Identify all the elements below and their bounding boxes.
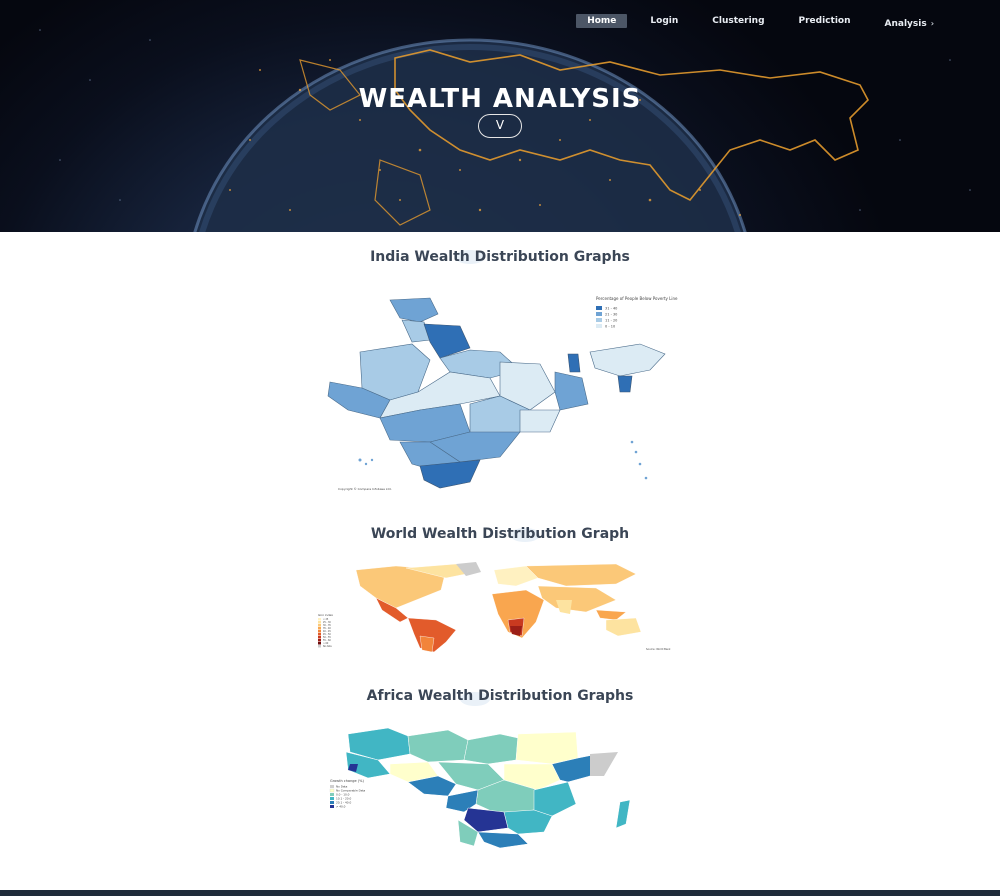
india-legend-entry: 21 - 30 <box>605 313 617 317</box>
india-legend-entry: 11 - 20 <box>605 319 617 323</box>
main-nav: Home Login Clustering Prediction Analysi… <box>564 11 945 31</box>
nav-login[interactable]: Login <box>639 14 689 28</box>
nav-analysis[interactable]: Analysis › <box>874 17 946 31</box>
africa-legend-entry: > 40.0 <box>336 805 346 809</box>
chevron-right-icon: › <box>930 19 934 28</box>
africa-legend-title: Growth change (%) <box>330 779 364 783</box>
africa-growth-map: Growth change (%) No Data No Comparable … <box>329 727 631 849</box>
hero-banner: Home Login Clustering Prediction Analysi… <box>0 0 1000 232</box>
scroll-down-button[interactable]: V <box>478 114 522 138</box>
world-legend: < 25 25 - 30 30 - 35 35 - 40 40 - 45 45 … <box>318 618 332 648</box>
india-section-title: India Wealth Distribution Graphs <box>370 249 630 265</box>
page-title: WEALTH ANALYSIS <box>358 84 642 114</box>
india-legend-entry: 0 - 10 <box>605 325 615 329</box>
footer-bar <box>0 890 1000 896</box>
india-map-credit: Copyright © Compare Infobase Ltd. <box>338 487 392 491</box>
nav-home[interactable]: Home <box>576 14 628 28</box>
india-legend-entry: 31 - 40 <box>605 307 617 311</box>
africa-legend: No Data No Comparable Data 0.0 - 10.0 10… <box>329 785 366 809</box>
world-legend-entry: No data <box>323 645 332 648</box>
world-map-credit: Source: World Bank <box>646 647 671 651</box>
world-section-title: World Wealth Distribution Graph <box>370 526 630 542</box>
india-poverty-map: Percentage of People Below Poverty Line … <box>327 296 678 491</box>
india-legend-title: Percentage of People Below Poverty Line <box>596 296 678 301</box>
nav-prediction[interactable]: Prediction <box>788 14 862 28</box>
nav-analysis-label: Analysis <box>884 19 927 29</box>
india-legend: 31 - 40 21 - 30 11 - 20 0 - 10 <box>596 306 617 329</box>
world-legend-title: Gini index <box>318 613 333 617</box>
nav-clustering[interactable]: Clustering <box>701 14 775 28</box>
africa-section-title: Africa Wealth Distribution Graphs <box>366 688 634 704</box>
world-gini-map: Gini index < 25 25 - 30 30 - 35 35 - 40 … <box>318 562 671 653</box>
